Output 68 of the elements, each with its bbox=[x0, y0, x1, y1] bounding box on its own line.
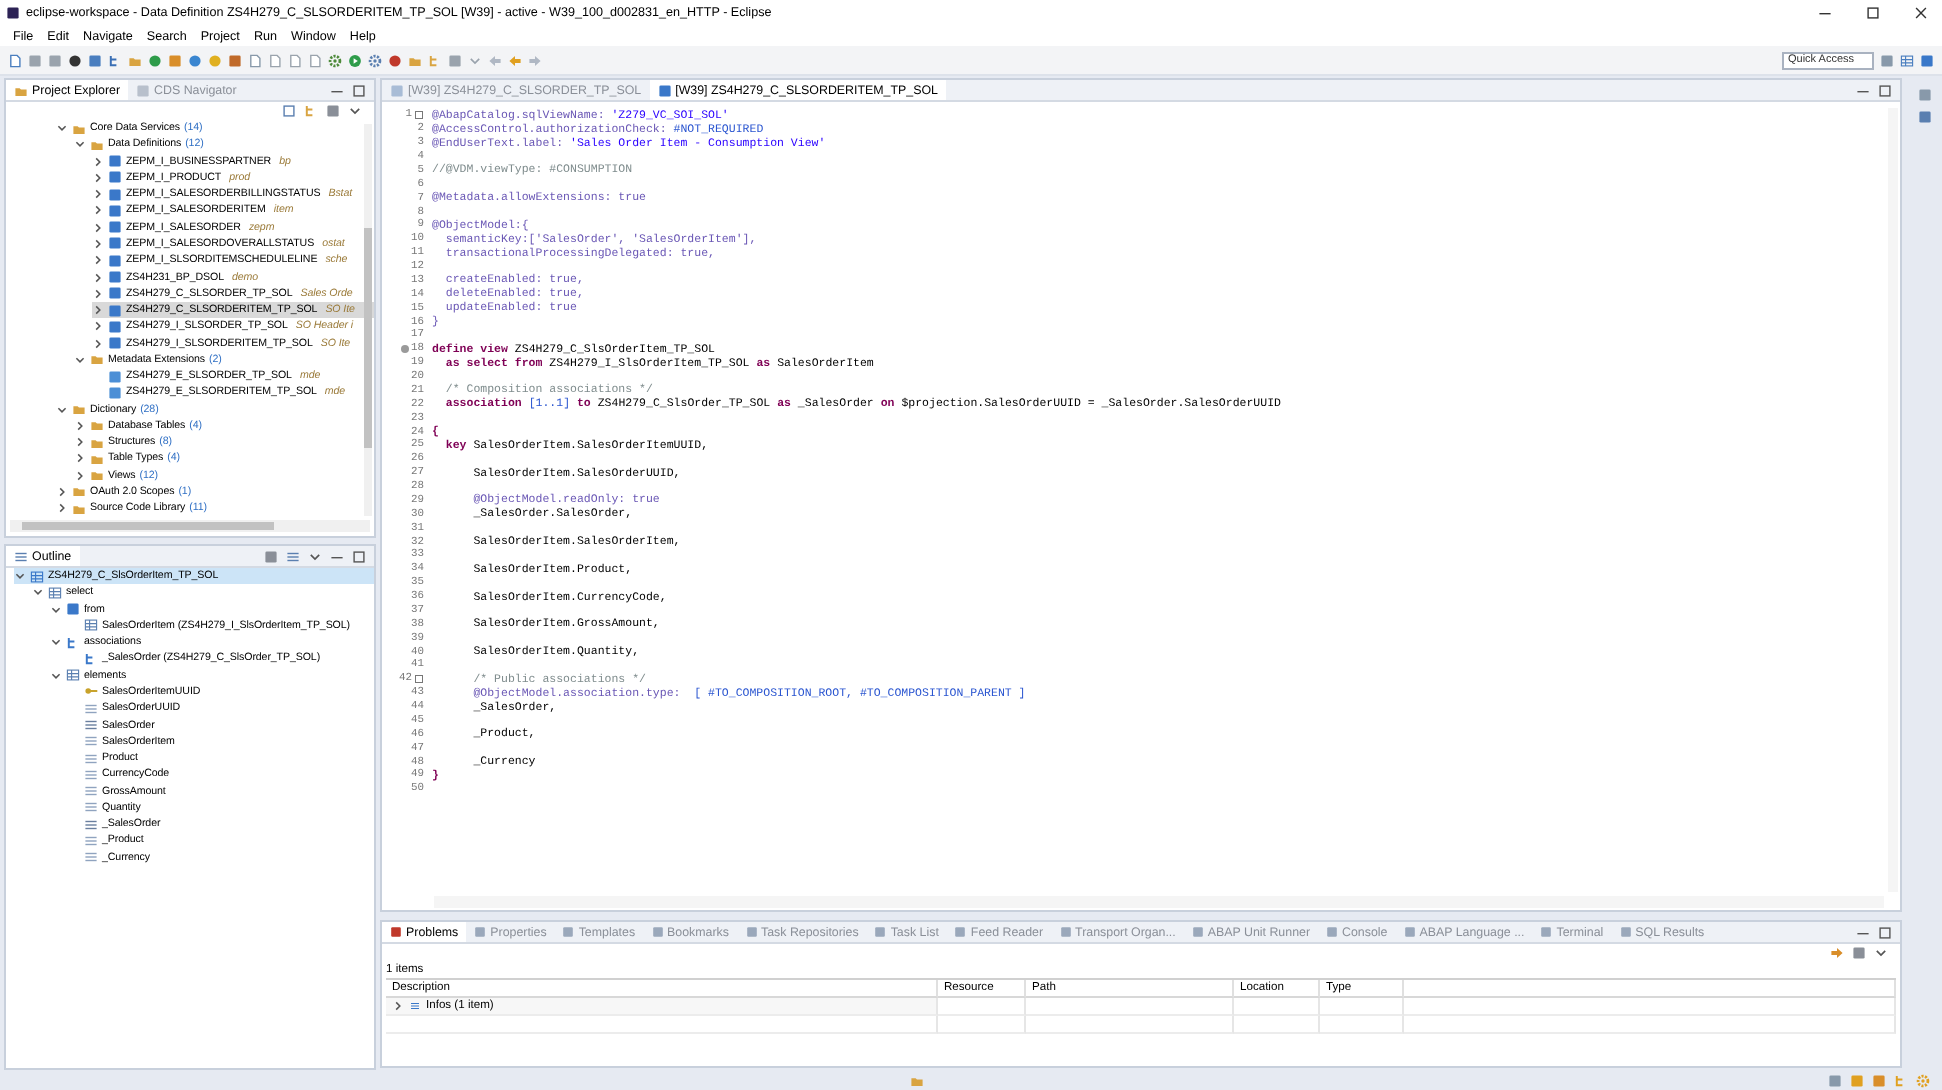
folder-icon bbox=[14, 83, 28, 97]
maximize-icon[interactable] bbox=[1878, 925, 1892, 939]
chevron-icon[interactable] bbox=[92, 221, 104, 234]
scrollbar[interactable] bbox=[434, 896, 1884, 908]
dropdown-icon[interactable] bbox=[1874, 946, 1888, 960]
pages-icon[interactable] bbox=[248, 53, 262, 67]
chevron-icon[interactable] bbox=[56, 485, 68, 498]
chevron-icon[interactable] bbox=[92, 320, 104, 333]
chevron-icon[interactable] bbox=[92, 271, 104, 284]
page-icon[interactable] bbox=[8, 53, 22, 67]
chevron-icon[interactable] bbox=[50, 636, 62, 649]
chevron-icon[interactable] bbox=[92, 287, 104, 300]
folder-icon[interactable] bbox=[128, 53, 142, 67]
gear-icon[interactable] bbox=[328, 53, 342, 67]
maximize-icon[interactable] bbox=[352, 83, 366, 97]
chevron-icon[interactable] bbox=[92, 188, 104, 201]
chevron-icon[interactable] bbox=[50, 603, 62, 616]
chevron-icon[interactable] bbox=[74, 138, 86, 151]
collapse-icon[interactable] bbox=[282, 104, 296, 118]
chevron-icon[interactable] bbox=[74, 469, 86, 482]
table-cell bbox=[1320, 998, 1404, 1016]
maximize-icon[interactable] bbox=[352, 549, 366, 563]
dropdown-icon[interactable] bbox=[308, 549, 322, 563]
chevron-icon[interactable] bbox=[74, 353, 86, 366]
document-icon bbox=[390, 83, 404, 97]
scrollbar[interactable] bbox=[1888, 108, 1898, 892]
maximize-icon[interactable] bbox=[1878, 83, 1892, 97]
chevron-icon[interactable] bbox=[56, 403, 68, 416]
table-icon bbox=[84, 618, 98, 633]
arrow-down-icon[interactable] bbox=[468, 53, 482, 67]
document-icon bbox=[657, 83, 672, 97]
chevron-icon[interactable] bbox=[92, 304, 104, 317]
chevron-icon[interactable] bbox=[32, 586, 44, 599]
chevron-icon[interactable] bbox=[92, 254, 104, 267]
chevron-icon[interactable] bbox=[92, 337, 104, 350]
chevron-icon[interactable] bbox=[50, 669, 62, 682]
chevron-icon[interactable] bbox=[74, 419, 86, 432]
list-icon bbox=[66, 668, 80, 683]
chevron-icon[interactable] bbox=[14, 570, 26, 583]
chevron-icon[interactable] bbox=[92, 171, 104, 184]
dropdown-icon[interactable] bbox=[348, 104, 362, 118]
chevron-icon[interactable] bbox=[74, 452, 86, 465]
chevron-icon[interactable] bbox=[74, 436, 86, 449]
chevron-icon[interactable] bbox=[92, 155, 104, 168]
app-icon bbox=[6, 6, 20, 20]
marker-icon bbox=[399, 343, 410, 354]
info-icon bbox=[410, 1000, 420, 1012]
table-cell bbox=[1234, 1016, 1320, 1034]
arrow-right-icon[interactable] bbox=[1830, 946, 1844, 960]
chevron-icon[interactable] bbox=[92, 204, 104, 217]
close-icon bbox=[1914, 6, 1928, 20]
scrollbar[interactable] bbox=[364, 124, 372, 516]
table-cell bbox=[1234, 998, 1320, 1016]
maximize-icon bbox=[1866, 6, 1880, 20]
chevron-icon[interactable] bbox=[56, 502, 68, 515]
play-icon[interactable] bbox=[348, 53, 362, 67]
table-icon bbox=[48, 585, 62, 600]
table-cell bbox=[1320, 1016, 1404, 1034]
chevron-icon[interactable] bbox=[56, 122, 68, 135]
scrollbar[interactable] bbox=[10, 520, 370, 532]
key-icon bbox=[84, 684, 98, 699]
folder-icon[interactable] bbox=[408, 53, 422, 67]
table-cell bbox=[938, 1016, 1026, 1034]
chevron-icon[interactable] bbox=[92, 237, 104, 250]
fold-icon[interactable] bbox=[414, 109, 424, 120]
package-folder-icon bbox=[90, 352, 104, 367]
chevron-icon[interactable] bbox=[392, 1000, 404, 1012]
fold-icon[interactable] bbox=[414, 673, 424, 684]
